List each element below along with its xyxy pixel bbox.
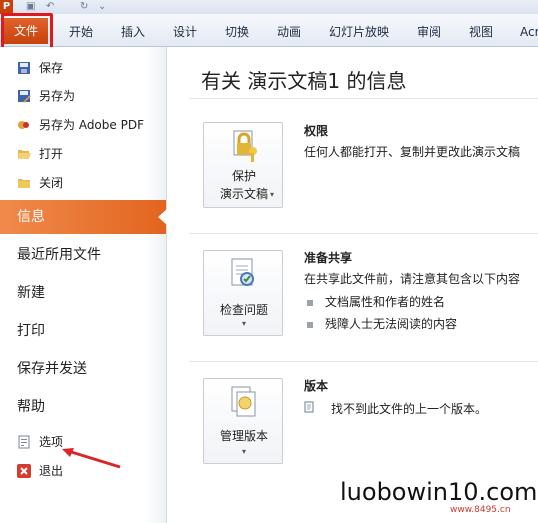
bullet-icon [307,299,313,306]
menu-item-info[interactable]: 信息 [0,200,167,234]
menu-item-save-as-pdf[interactable]: 另存为 Adobe PDF [0,113,166,137]
menu-item-open[interactable]: 打开 [0,142,166,166]
manage-versions-button[interactable]: 管理版本 ▾ [203,378,283,464]
permissions-description: 任何人都能打开、复制并更改此演示文稿 [304,145,521,159]
customize-arrow-icon[interactable]: ⌄ [98,1,106,12]
section-heading-versions: 版本 [304,379,329,393]
save-icon[interactable]: ▣ [26,1,35,12]
tab-view[interactable]: 视图 [469,14,493,46]
section-heading-prepare: 准备共享 [304,251,353,265]
tab-design[interactable]: 设计 [173,14,197,46]
versions-description: 找不到此文件的上一个版本。 [331,402,488,416]
tab-home[interactable]: 开始 [69,14,93,46]
section-heading-permissions: 权限 [304,124,329,138]
menu-item-print[interactable]: 打印 [0,314,166,348]
adobe-pdf-icon [18,121,29,129]
exit-icon [17,464,31,478]
check-for-issues-button[interactable]: 检查问题 ▾ [203,250,283,336]
menu-item-save[interactable]: 保存 [0,56,166,80]
chevron-down-icon: ▾ [269,190,274,199]
versions-icon [231,386,256,417]
divider [189,233,538,234]
tab-slideshow[interactable]: 幻灯片放映 [329,14,389,46]
protect-presentation-button[interactable]: 保护 演示文稿 ▾ [203,122,283,208]
lock-key-icon [233,130,257,162]
red-arrow-annotation [62,448,121,469]
selected-pointer [158,209,167,225]
tab-transitions[interactable]: 切换 [225,14,249,46]
open-folder-icon [18,150,31,159]
menu-item-help[interactable]: 帮助 [0,390,166,424]
tab-animations[interactable]: 动画 [277,14,301,46]
options-icon [18,435,30,449]
menu-item-new[interactable]: 新建 [0,276,166,310]
chevron-down-icon: ▾ [241,447,246,456]
document-icon [304,401,314,413]
list-item: 文档属性和作者的姓名 [307,293,445,310]
bullet-icon [307,321,313,328]
close-folder-icon [18,179,30,188]
info-panel: 有关 演示文稿1 的信息 保护 演示文稿 ▾ 权限 任何人都能打开、复制并更改此… [167,47,538,523]
chevron-down-icon: ▾ [241,319,246,328]
watermark: luobowin10.com [340,478,538,506]
menu-item-recent[interactable]: 最近所用文件 [0,238,166,272]
menu-item-close[interactable]: 关闭 [0,171,166,195]
divider [189,98,538,99]
undo-icon[interactable]: ↶ [46,1,54,12]
powerpoint-logo-icon[interactable]: P [0,0,13,14]
menu-item-save-send[interactable]: 保存并发送 [0,352,166,386]
watermark-subtext: www.8495.cn [450,505,511,515]
tab-review[interactable]: 审阅 [417,14,441,46]
page-title: 有关 演示文稿1 的信息 [201,69,407,93]
tab-acrobat[interactable]: Acr [520,14,538,46]
save-icon [18,62,30,74]
list-item: 残障人士无法阅读的内容 [307,315,457,332]
menu-item-save-as[interactable]: 另存为 [0,84,166,108]
inspect-document-icon [231,258,254,286]
quick-access-toolbar: P ▣ ↶ ↻ ⌄ [0,0,538,14]
tab-insert[interactable]: 插入 [121,14,145,46]
divider [189,361,538,362]
save-as-icon [18,90,31,103]
ribbon-tabs: 开始 插入 设计 切换 动画 幻灯片放映 审阅 视图 Acr [0,14,538,47]
redo-icon[interactable]: ↻ [80,1,88,12]
prepare-description: 在共享此文件前，请注意其包含以下内容 [304,272,521,286]
